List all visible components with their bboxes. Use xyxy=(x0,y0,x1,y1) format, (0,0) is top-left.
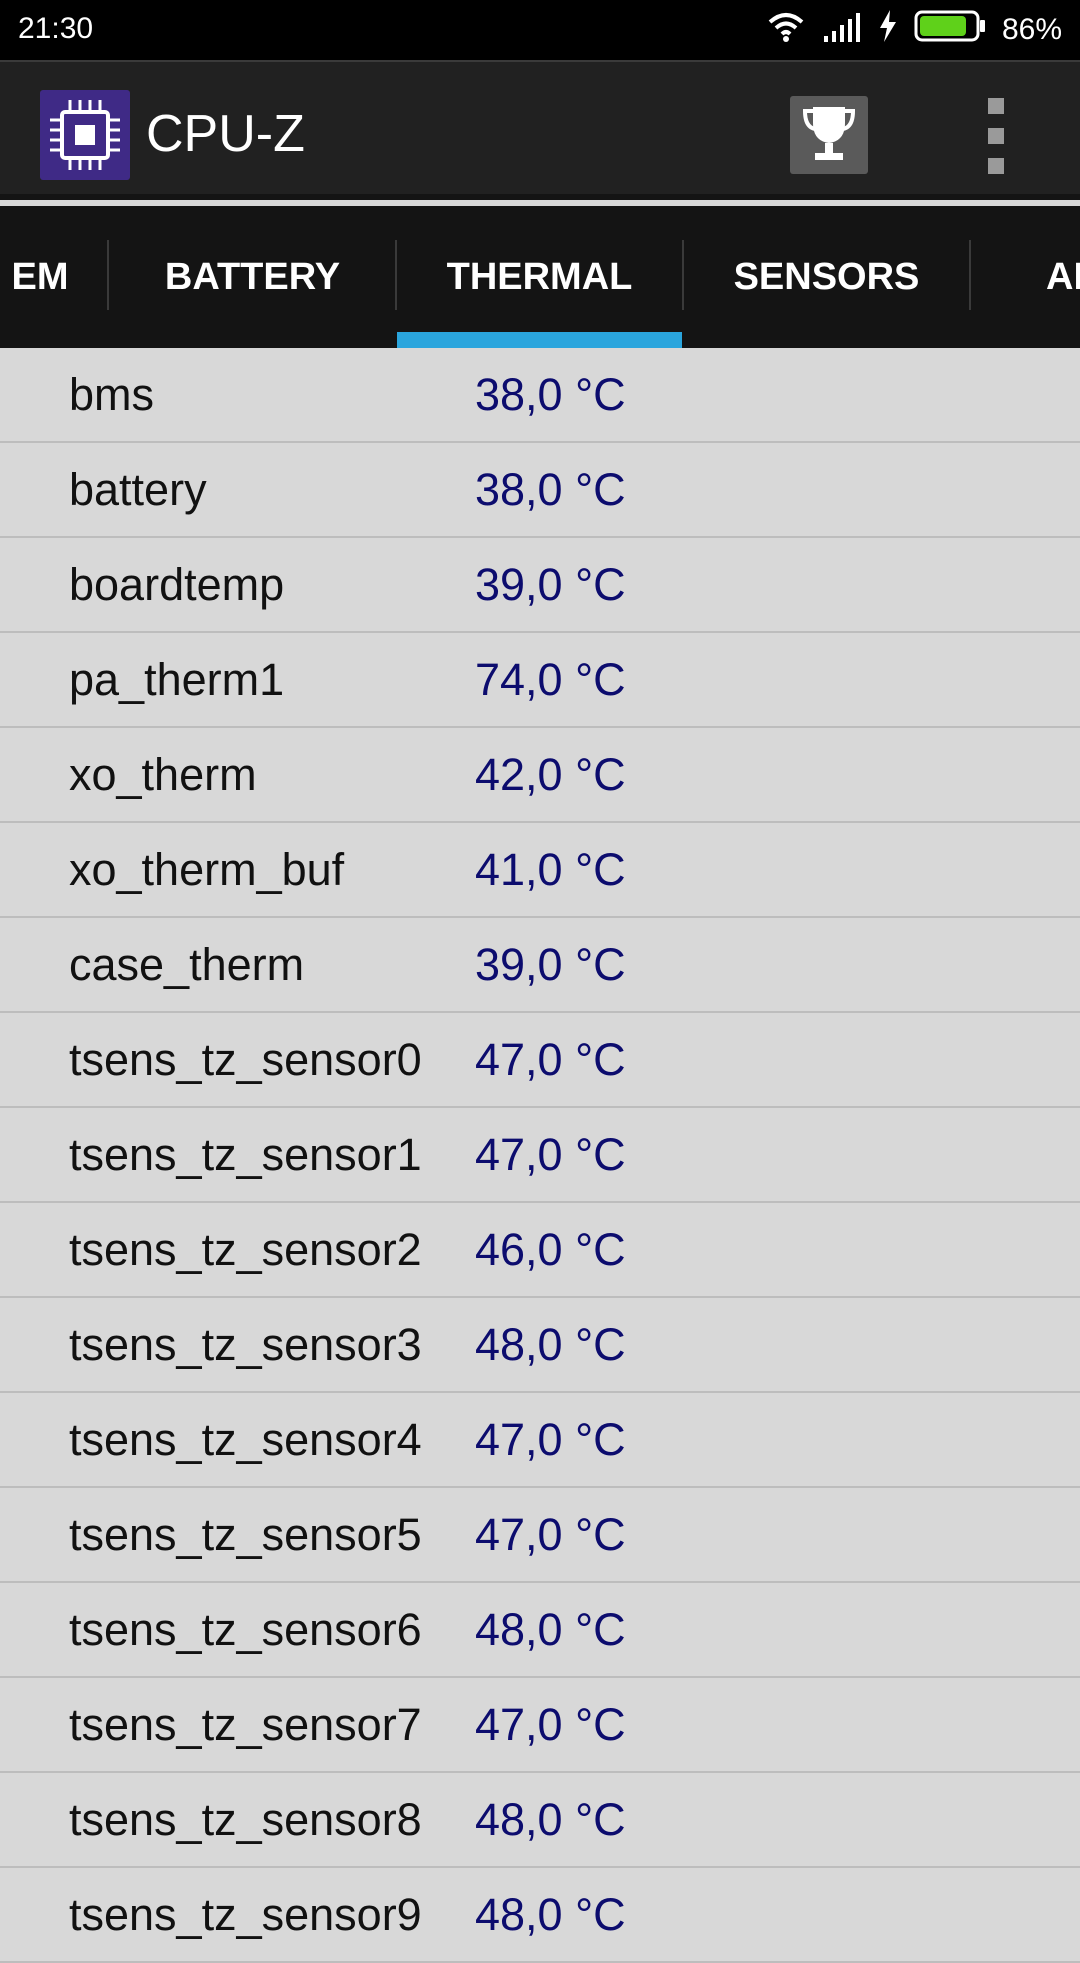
sensor-temperature: 38,0 °C xyxy=(475,369,626,420)
list-item: tsens_tz_sensor0 47,0 °C xyxy=(0,1013,1080,1108)
sensor-temperature: 46,0 °C xyxy=(475,1224,626,1275)
status-bar: 21:30 86% xyxy=(0,0,1080,60)
tab-battery[interactable]: BATTERY xyxy=(109,206,396,348)
sensor-temperature: 48,0 °C xyxy=(475,1604,626,1655)
sensor-name: tsens_tz_sensor3 xyxy=(69,1319,422,1370)
app-bar-divider xyxy=(0,194,1080,200)
sensor-temperature: 38,0 °C xyxy=(475,464,626,515)
sensor-temperature: 48,0 °C xyxy=(475,1889,626,1940)
sensor-name: tsens_tz_sensor6 xyxy=(69,1604,422,1655)
sensor-temperature: 39,0 °C xyxy=(475,559,626,610)
sensor-temperature: 41,0 °C xyxy=(475,844,626,895)
sensor-temperature: 48,0 °C xyxy=(475,1794,626,1845)
sensor-temperature: 47,0 °C xyxy=(475,1509,626,1560)
sensor-name: case_therm xyxy=(69,939,305,990)
list-item: tsens_tz_sensor5 47,0 °C xyxy=(0,1488,1080,1583)
sensor-name: tsens_tz_sensor1 xyxy=(69,1129,422,1180)
list-item: tsens_tz_sensor1 47,0 °C xyxy=(0,1108,1080,1203)
list-item: tsens_tz_sensor4 47,0 °C xyxy=(0,1393,1080,1488)
list-item: case_therm 39,0 °C xyxy=(0,918,1080,1013)
sensor-temperature: 42,0 °C xyxy=(475,749,626,800)
sensor-name: tsens_tz_sensor4 xyxy=(69,1414,422,1465)
tab-sensors[interactable]: SENSORS xyxy=(684,206,969,348)
charging-icon xyxy=(878,10,898,50)
sensor-temperature: 47,0 °C xyxy=(475,1699,626,1750)
trophy-button[interactable] xyxy=(790,96,868,174)
app-bar: CPU-Z xyxy=(0,60,1080,200)
list-item: tsens_tz_sensor3 48,0 °C xyxy=(0,1298,1080,1393)
sensor-temperature: 48,0 °C xyxy=(475,1319,626,1370)
status-time: 21:30 xyxy=(18,12,94,45)
sensor-temperature: 39,0 °C xyxy=(475,939,626,990)
sensor-name: tsens_tz_sensor0 xyxy=(69,1034,422,1085)
cpu-chip-icon xyxy=(40,90,130,180)
trophy-icon xyxy=(801,103,857,168)
battery-icon xyxy=(914,9,986,51)
status-icons: 86% xyxy=(766,0,1062,60)
tab-thermal[interactable]: THERMAL xyxy=(397,206,682,348)
sensor-name: tsens_tz_sensor8 xyxy=(69,1794,422,1845)
tab-divider xyxy=(969,240,971,310)
tab-system[interactable]: EM xyxy=(0,206,110,348)
wifi-icon xyxy=(766,10,806,50)
list-item: battery 38,0 °C xyxy=(0,443,1080,538)
tab-strip[interactable]: EM BATTERY THERMAL SENSORS AI xyxy=(0,206,1080,348)
sensor-name: boardtemp xyxy=(69,559,285,610)
sensor-temperature: 74,0 °C xyxy=(475,654,626,705)
sensor-name: xo_therm_buf xyxy=(69,844,345,895)
list-item: tsens_tz_sensor6 48,0 °C xyxy=(0,1583,1080,1678)
sensor-name: pa_therm1 xyxy=(69,654,285,705)
list-item: tsens_tz_sensor2 46,0 °C xyxy=(0,1203,1080,1298)
sensor-name: battery xyxy=(69,464,207,515)
list-item: tsens_tz_sensor7 47,0 °C xyxy=(0,1678,1080,1773)
list-item: boardtemp 39,0 °C xyxy=(0,538,1080,633)
sensor-temperature: 47,0 °C xyxy=(475,1129,626,1180)
thermal-list[interactable]: bms 38,0 °C battery 38,0 °C boardtemp 39,0 °C… xyxy=(0,348,1080,1963)
overflow-menu-icon[interactable] xyxy=(976,98,1016,174)
battery-percent: 86% xyxy=(1001,13,1062,46)
list-item: pa_therm1 74,0 °C xyxy=(0,633,1080,728)
sensor-name: tsens_tz_sensor9 xyxy=(69,1889,422,1940)
list-item: xo_therm 42,0 °C xyxy=(0,728,1080,823)
sensor-name: bms xyxy=(69,369,155,420)
list-item: tsens_tz_sensor8 48,0 °C xyxy=(0,1773,1080,1868)
sensor-name: tsens_tz_sensor7 xyxy=(69,1699,422,1750)
list-item: bms 38,0 °C xyxy=(0,348,1080,443)
list-item: tsens_tz_sensor9 48,0 °C xyxy=(0,1868,1080,1963)
sensor-name: tsens_tz_sensor2 xyxy=(69,1224,422,1275)
sensor-name: tsens_tz_sensor5 xyxy=(69,1509,422,1560)
selected-tab-indicator xyxy=(397,332,682,348)
list-item: xo_therm_buf 41,0 °C xyxy=(0,823,1080,918)
signal-icon xyxy=(822,10,862,50)
sensor-temperature: 47,0 °C xyxy=(475,1034,626,1085)
tab-about[interactable]: AI xyxy=(1046,206,1080,348)
app-title: CPU-Z xyxy=(146,105,305,163)
sensor-temperature: 47,0 °C xyxy=(475,1414,626,1465)
sensor-name: xo_therm xyxy=(69,749,257,800)
